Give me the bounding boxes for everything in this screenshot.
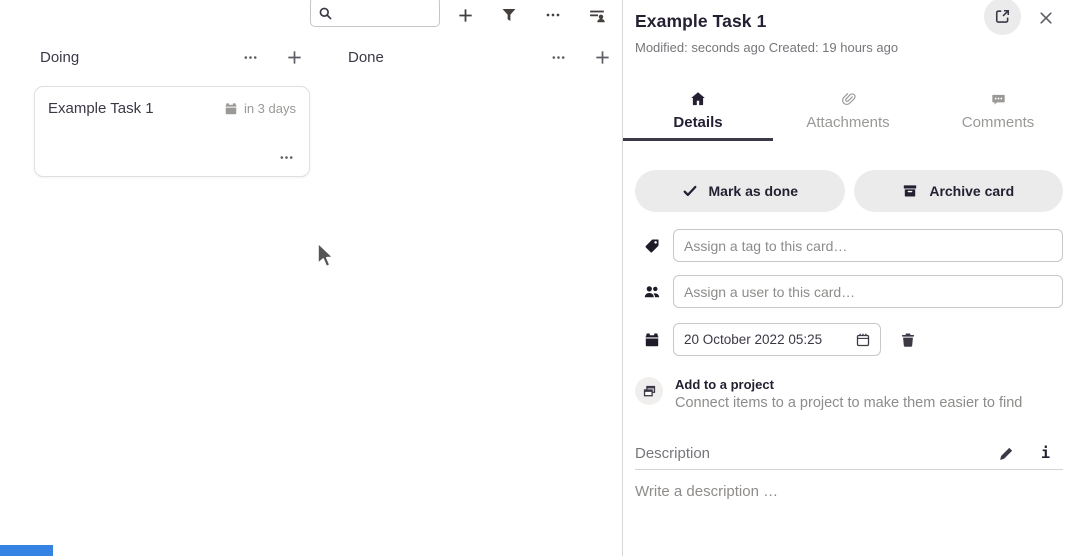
close-panel-button[interactable] [1036,8,1056,28]
assignee-view-button[interactable] [584,2,610,28]
search-input[interactable] [337,6,433,21]
column-doing: Doing Example Task 1 in 3 days [24,45,310,177]
tab-label: Comments [962,114,1035,131]
plus-icon [286,49,303,66]
calendar-icon [224,102,238,116]
project-row-text: Add to a project Connect items to a proj… [675,377,1022,411]
bottom-left-accent-bar [0,545,53,556]
card-example-task-1[interactable]: Example Task 1 in 3 days [34,86,310,177]
column-header: Done [332,45,618,69]
calendar-icon [644,332,660,348]
add-to-project-subtitle: Connect items to a project to make them … [675,395,1022,411]
search-box[interactable] [310,0,440,27]
card-due-text: in 3 days [244,101,296,116]
add-card-button[interactable] [590,45,614,69]
ellipsis-icon [551,50,566,65]
ellipsis-icon [243,50,258,65]
ellipsis-icon [279,150,294,165]
remove-due-date-button[interactable] [898,330,918,350]
list-user-icon [589,7,606,24]
close-icon [1038,10,1054,26]
mark-as-done-button[interactable]: Mark as done [635,170,845,212]
add-to-project-title: Add to a project [675,377,1022,392]
tab-details[interactable]: Details [623,84,773,141]
add-to-project-row[interactable]: Add to a project Connect items to a proj… [635,377,1063,411]
description-header: Description i [635,444,1063,462]
card-title: Example Task 1 [48,100,154,117]
archive-card-button[interactable]: Archive card [854,170,1064,212]
assignee-row [635,275,1063,308]
kanban-app-window: Doing Example Task 1 in 3 days [0,0,1073,556]
card-menu-button[interactable] [274,145,298,169]
card-meta-text: Modified: seconds ago Created: 19 hours … [635,40,1061,55]
tab-label: Details [673,114,722,131]
add-card-button[interactable] [282,45,306,69]
pencil-icon [998,445,1015,462]
users-icon [644,284,660,300]
board-menu-button[interactable] [540,2,566,28]
card-details-panel: Example Task 1 Modified: seconds ago Cre… [623,0,1073,556]
funnel-icon [501,7,517,23]
tab-comments[interactable]: Comments [923,84,1073,141]
add-button[interactable] [452,2,478,28]
edit-description-button[interactable] [998,444,1016,462]
calendar-picker-icon [855,332,871,348]
column-title: Doing [40,49,79,66]
board-toolbar [452,1,610,29]
trash-icon [900,332,916,348]
description-label: Description [635,445,710,462]
board-pane: Doing Example Task 1 in 3 days [0,0,622,556]
column-title: Done [348,49,384,66]
card-due-badge: in 3 days [224,101,296,116]
tab-attachments[interactable]: Attachments [773,84,923,141]
due-date-row: 20 October 2022 05:25 [635,323,1063,356]
description-info-button[interactable]: i [1041,444,1050,462]
home-icon [690,90,706,108]
pop-out-icon [994,8,1011,25]
plus-icon [594,49,611,66]
tab-label: Attachments [806,114,889,131]
panel-header: Example Task 1 Modified: seconds ago Cre… [623,0,1073,55]
details-tab-bar: Details Attachments Comments [623,84,1073,141]
column-menu-button[interactable] [546,45,570,69]
search-icon [318,6,333,21]
details-tab-content: Mark as done Archive card [623,141,1073,556]
projects-icon [635,377,663,405]
check-icon [682,183,698,199]
column-done: Done [332,45,618,69]
assign-tag-input[interactable] [673,229,1063,262]
ellipsis-icon [545,7,561,23]
due-date-field[interactable]: 20 October 2022 05:25 [673,323,881,356]
archive-icon [902,183,918,199]
description-editor[interactable]: Write a description … [635,483,1063,500]
mark-as-done-label: Mark as done [709,183,798,199]
due-date-value: 20 October 2022 05:25 [684,332,847,347]
tag-icon [644,238,660,254]
card-actions: Mark as done Archive card [635,170,1063,212]
plus-icon [457,7,474,24]
paperclip-icon [841,90,856,108]
archive-card-label: Archive card [929,183,1014,199]
description-divider [635,469,1063,470]
filter-button[interactable] [496,2,522,28]
column-menu-button[interactable] [238,45,262,69]
chat-icon [991,90,1006,108]
column-header: Doing [24,45,310,69]
assign-user-input[interactable] [673,275,1063,308]
tag-row [635,229,1063,262]
